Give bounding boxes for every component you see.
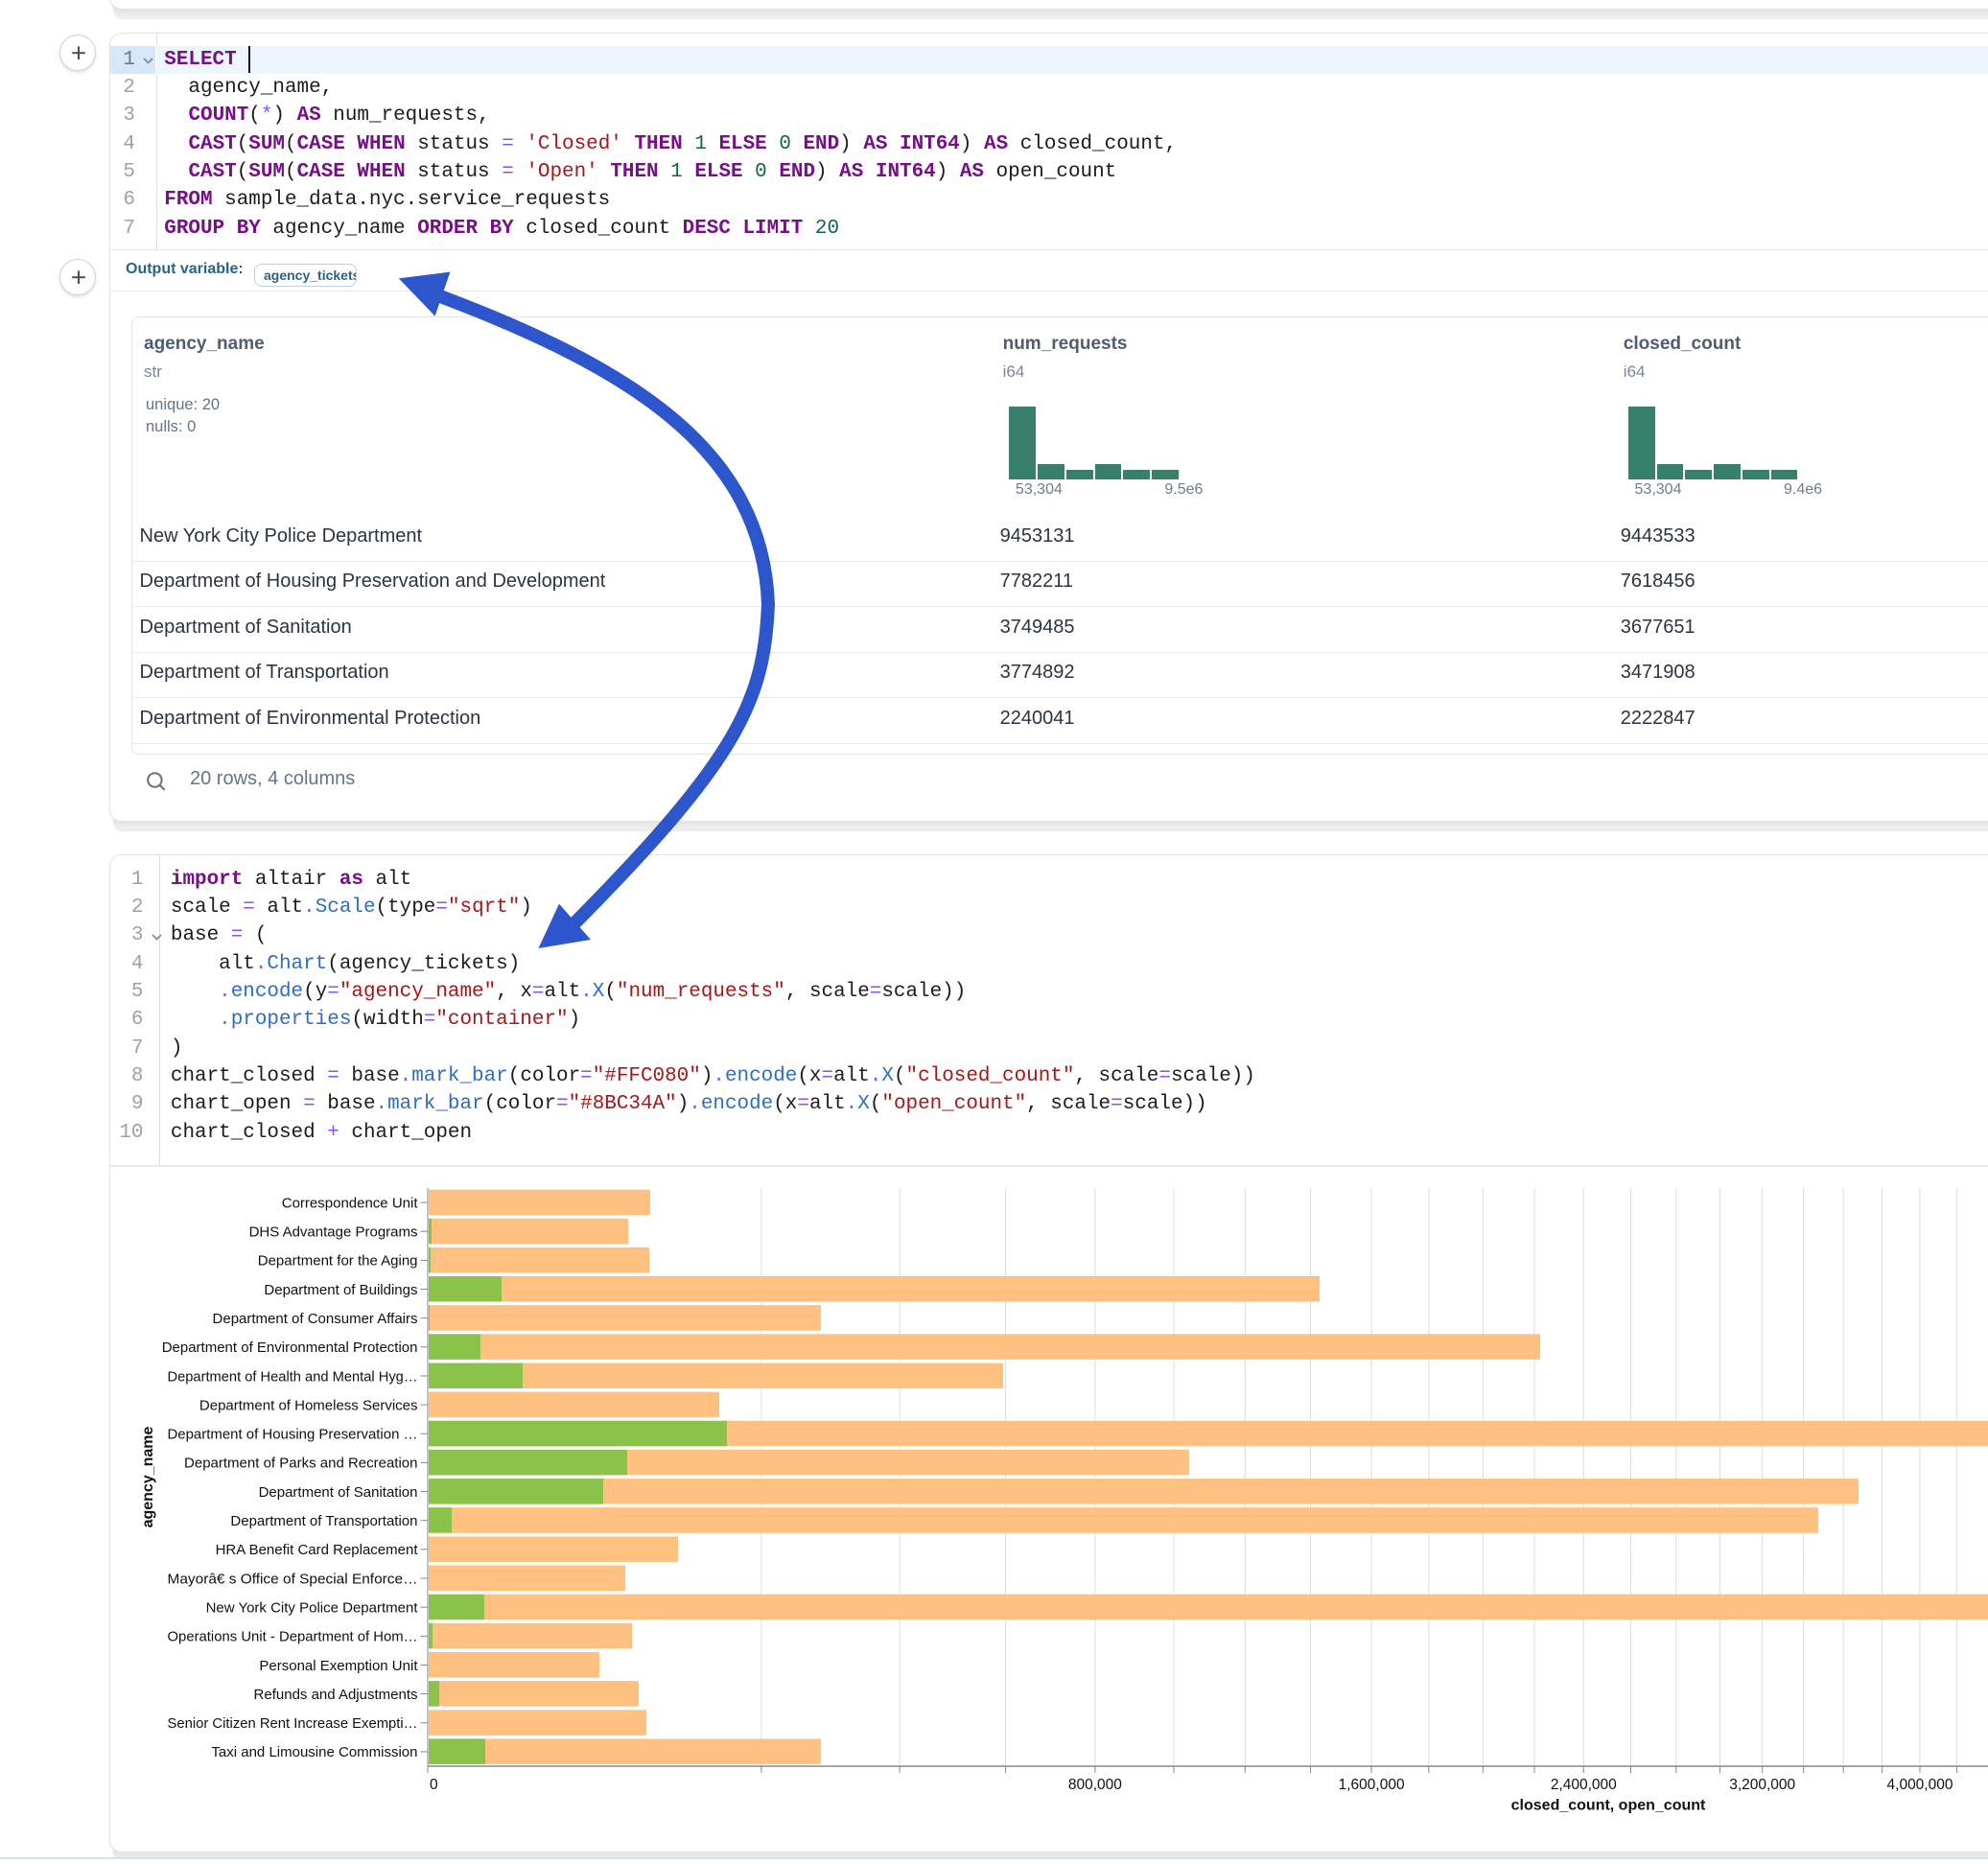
svg-text:Department of Environmental Pr: Department of Environmental Protection — [162, 1340, 418, 1356]
svg-text:Operations Unit - Department o: Operations Unit - Department of Hom… — [168, 1629, 418, 1645]
svg-text:Department of Parks and Recrea: Department of Parks and Recreation — [184, 1456, 417, 1472]
svg-text:2,400,000: 2,400,000 — [1551, 1777, 1617, 1793]
svg-text:Correspondence Unit: Correspondence Unit — [282, 1195, 419, 1211]
svg-text:Refunds and Adjustments: Refunds and Adjustments — [254, 1687, 418, 1703]
svg-text:DHS Advantage Programs: DHS Advantage Programs — [249, 1224, 418, 1241]
svg-text:Department of Transportation: Department of Transportation — [230, 1513, 417, 1529]
svg-text:Department of Health and Menta: Department of Health and Mental Hyg… — [168, 1368, 418, 1385]
svg-text:Department for the Aging: Department for the Aging — [258, 1253, 418, 1270]
svg-text:closed_count, open_count: closed_count, open_count — [1511, 1798, 1706, 1814]
svg-text:4,000,000: 4,000,000 — [1887, 1777, 1953, 1793]
svg-text:New York City Police Departmen: New York City Police Department — [206, 1600, 419, 1617]
svg-text:HRA Benefit Card Replacement: HRA Benefit Card Replacement — [216, 1542, 419, 1558]
svg-text:Department of Consumer Affairs: Department of Consumer Affairs — [213, 1311, 418, 1327]
svg-text:Department of Housing Preserva: Department of Housing Preservation … — [168, 1427, 418, 1443]
svg-text:0: 0 — [430, 1777, 438, 1793]
svg-text:Department of Homeless Service: Department of Homeless Services — [199, 1397, 418, 1413]
svg-text:Personal Exemption Unit: Personal Exemption Unit — [259, 1658, 418, 1674]
svg-text:Senior Citizen Rent Increase E: Senior Citizen Rent Increase Exempti… — [168, 1715, 418, 1732]
svg-text:Department of Buildings: Department of Buildings — [264, 1282, 417, 1298]
svg-text:agency_name: agency_name — [140, 1426, 156, 1527]
svg-text:1,600,000: 1,600,000 — [1339, 1777, 1405, 1793]
svg-text:Taxi and Limousine Commission: Taxi and Limousine Commission — [211, 1744, 417, 1760]
svg-text:Department of Sanitation: Department of Sanitation — [259, 1484, 418, 1501]
svg-text:3,200,000: 3,200,000 — [1729, 1777, 1795, 1793]
svg-text:Mayorâ€ s Office of Special En: Mayorâ€ s Office of Special Enforce… — [168, 1571, 418, 1587]
svg-text:800,000: 800,000 — [1068, 1777, 1122, 1793]
